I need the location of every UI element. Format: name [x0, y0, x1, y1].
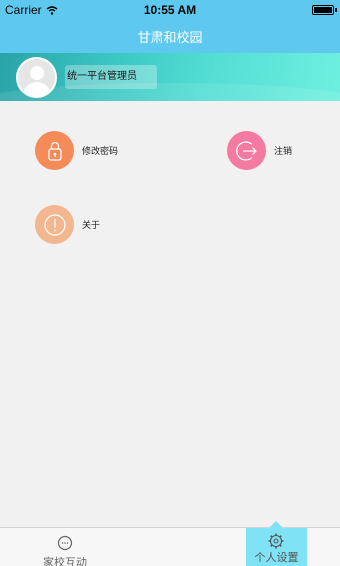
- profile-banner: 统一平台管理员: [0, 53, 340, 101]
- tab-personal-settings[interactable]: 个人设置: [246, 521, 307, 566]
- tab-home-school-label: 家校互动: [43, 557, 87, 566]
- change-password-label: 修改密码: [82, 146, 119, 156]
- battery-icon: [312, 5, 334, 15]
- about-label: 关于: [82, 220, 101, 230]
- status-bar: Carrier 10:55 AM: [0, 0, 340, 20]
- gear-icon: [268, 533, 284, 549]
- status-time: 10:55 AM: [143, 3, 197, 17]
- tab-bar: 家校互动 个人设置: [0, 521, 340, 566]
- change-password-button[interactable]: 修改密码: [35, 131, 118, 170]
- logout-arrow-icon: [227, 131, 266, 170]
- user-name: 统一平台管理员: [65, 65, 157, 89]
- logout-button[interactable]: 注销: [227, 131, 292, 170]
- page-title: 甘肃和校园: [137, 30, 203, 45]
- avatar-body-shape: [23, 82, 51, 96]
- avatar-head-shape: [30, 66, 44, 80]
- tab-home-school[interactable]: 家校互动: [30, 528, 100, 566]
- active-tab-pointer: [269, 521, 283, 528]
- lock-icon: [35, 131, 74, 170]
- logout-label: 注销: [274, 146, 293, 156]
- tab-personal-settings-label: 个人设置: [254, 552, 299, 564]
- battery-tip: [335, 8, 337, 12]
- avatar[interactable]: [16, 57, 57, 98]
- nav-bar: 甘肃和校园: [0, 20, 340, 53]
- about-button[interactable]: 关于: [35, 205, 100, 244]
- chat-icon: [57, 535, 73, 551]
- info-icon: [35, 205, 74, 244]
